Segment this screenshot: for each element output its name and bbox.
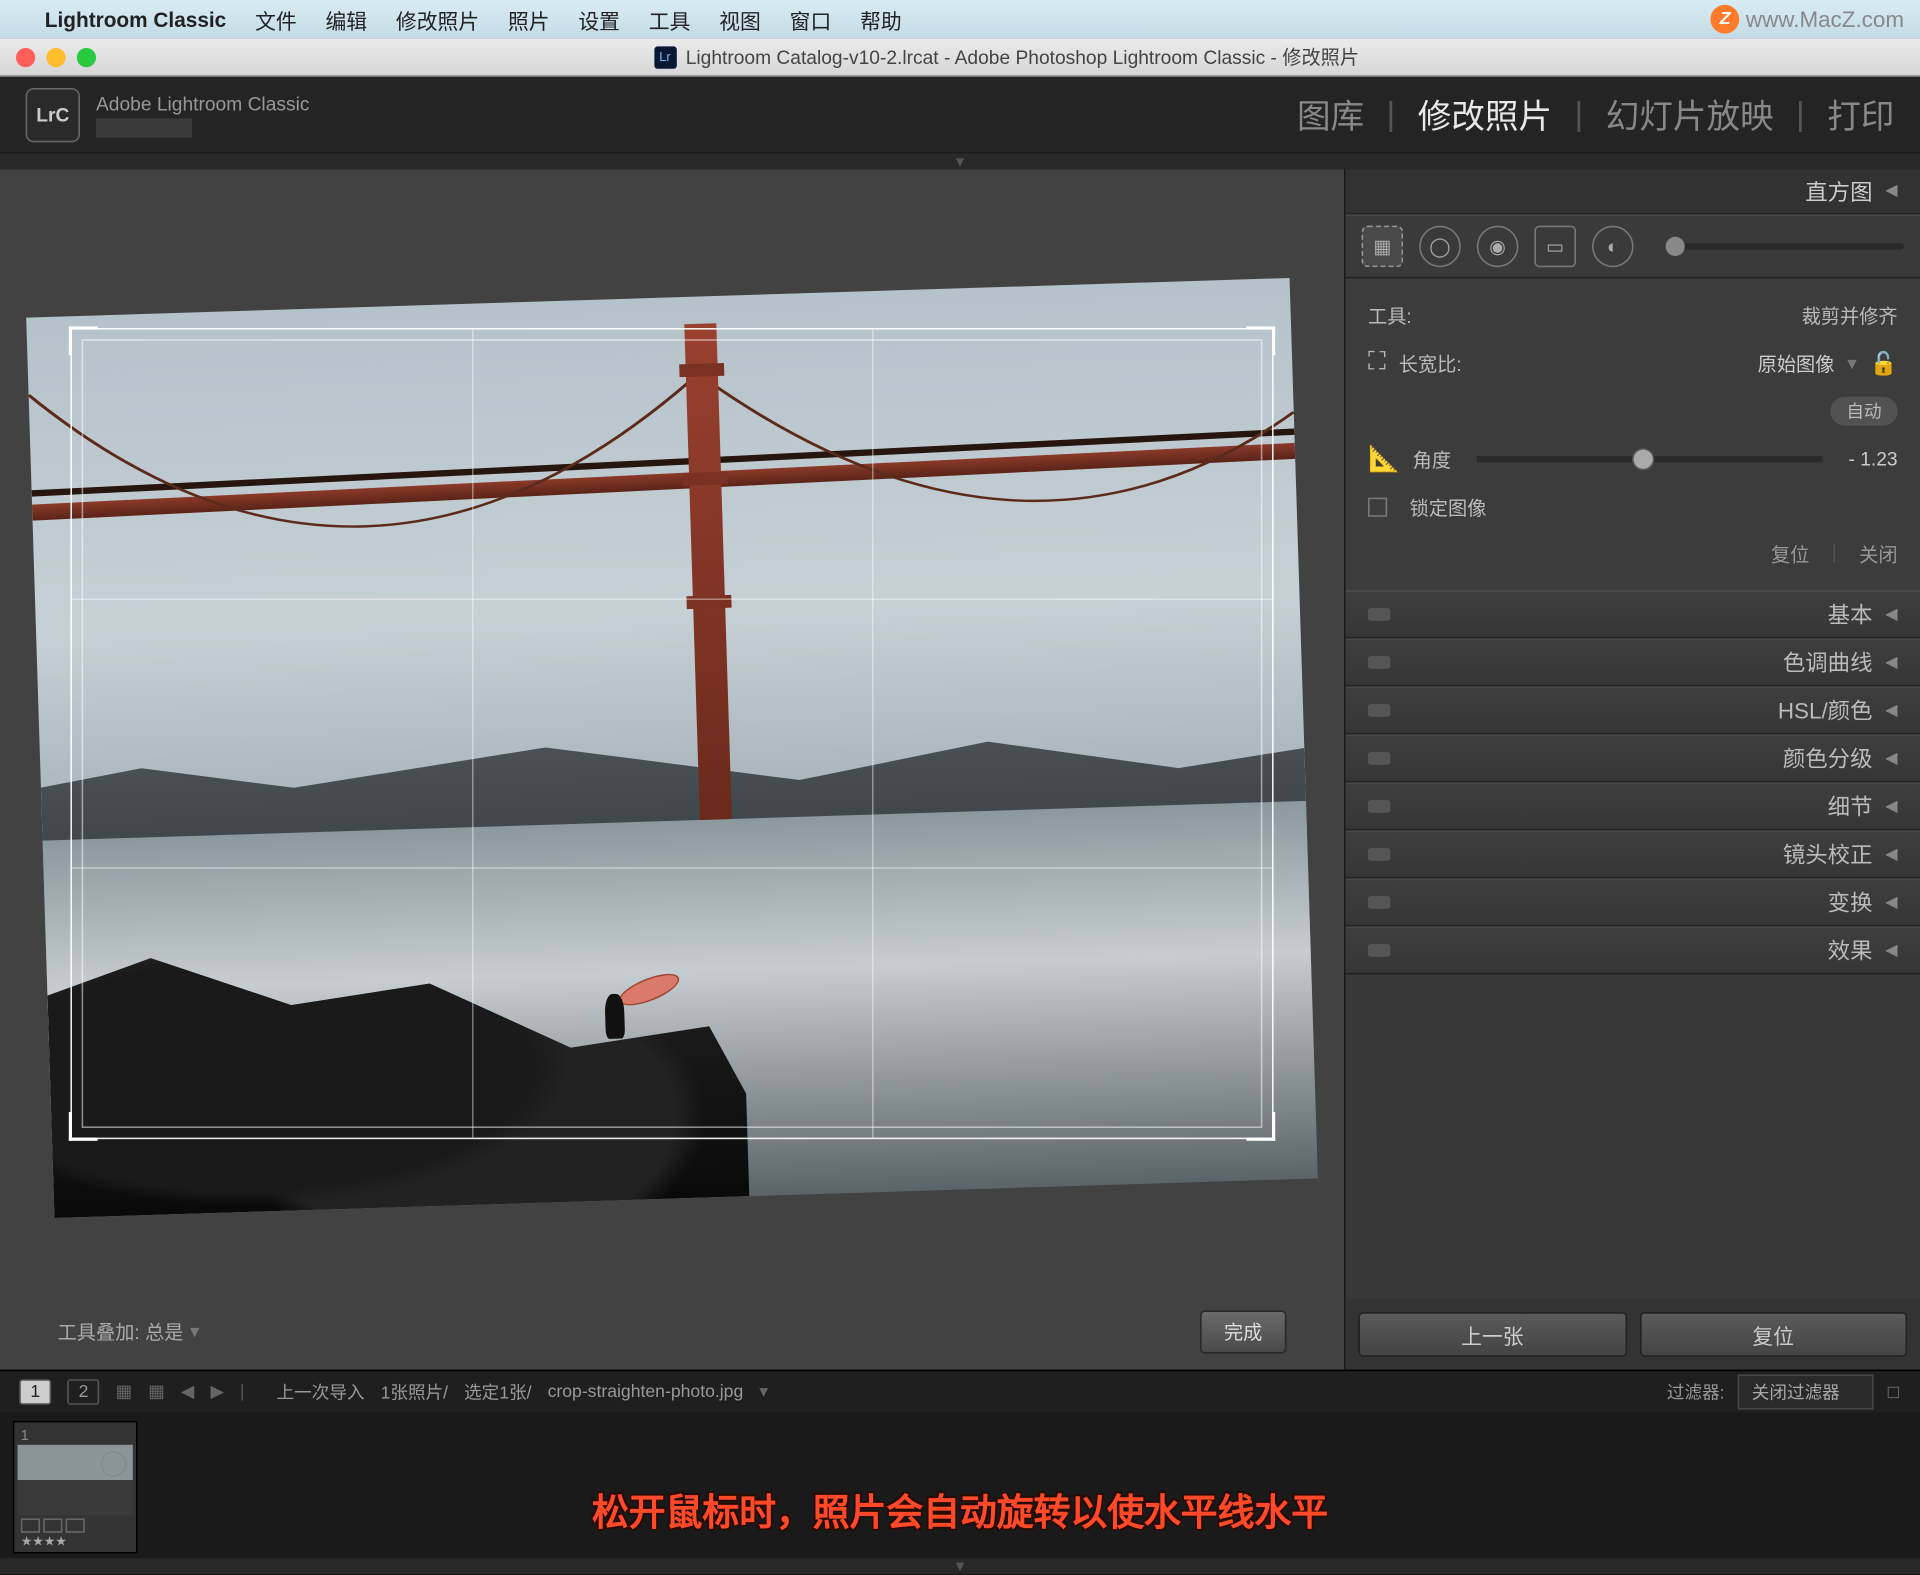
top-panel-collapse-icon[interactable]: ▼ <box>0 154 1920 170</box>
filter-select[interactable]: 关闭过滤器 <box>1737 1374 1873 1409</box>
menu-edit[interactable]: 编辑 <box>326 4 368 34</box>
menu-view[interactable]: 视图 <box>719 4 761 34</box>
bottom-panel-collapse-icon[interactable]: ▼ <box>0 1558 1920 1574</box>
previous-button[interactable]: 上一张 <box>1358 1312 1626 1357</box>
crop-handle-tr[interactable] <box>1246 326 1275 355</box>
section-lens-correction[interactable]: 镜头校正◀ <box>1346 830 1920 878</box>
angle-ruler-icon[interactable]: 📐 <box>1368 443 1400 475</box>
angle-label: 角度 <box>1413 446 1451 473</box>
display-2-button[interactable]: 2 <box>67 1378 99 1404</box>
crop-handle-tl[interactable] <box>69 326 98 355</box>
watermark: Zwww.MacZ.com <box>1711 5 1904 34</box>
auto-straighten-button[interactable]: 自动 <box>1830 397 1897 426</box>
section-color-grading[interactable]: 颜色分级◀ <box>1346 734 1920 782</box>
section-transform[interactable]: 变换◀ <box>1346 878 1920 926</box>
done-button[interactable]: 完成 <box>1200 1310 1286 1353</box>
filmstrip: 1 ★★★★ 松开鼠标时，照片会自动旋转以使水平线水平 <box>0 1411 1920 1558</box>
aspect-value[interactable]: 原始图像 <box>1758 350 1835 377</box>
crop-handle-bl[interactable] <box>69 1111 98 1140</box>
secondary-toolbar: 1 2 ▦ ▦ ◀ ▶ | 上一次导入 1张照片/ 选定1张/ crop-str… <box>0 1370 1920 1412</box>
menubar-app-name[interactable]: Lightroom Classic <box>45 7 226 31</box>
tool-section-label: 工具: <box>1368 302 1412 329</box>
thumbnail-image <box>18 1445 133 1515</box>
module-print[interactable]: 打印 <box>1827 90 1894 138</box>
thumbnail-rating[interactable]: ★★★★ <box>18 1534 133 1548</box>
menu-settings[interactable]: 设置 <box>578 4 620 34</box>
graduated-filter-icon[interactable]: ▭ <box>1534 226 1576 268</box>
window-maximize-icon[interactable] <box>77 47 96 66</box>
tool-strip: ▦ ◯ ◉ ▭ ◐ <box>1346 214 1920 278</box>
module-develop[interactable]: 修改照片 <box>1418 90 1552 138</box>
menu-tools[interactable]: 工具 <box>649 4 691 34</box>
crop-tool-icon[interactable]: ▦ <box>1362 226 1404 268</box>
photo-preview[interactable] <box>64 321 1280 1174</box>
module-picker: 图库| 修改照片| 幻灯片放映| 打印 <box>1297 90 1894 138</box>
radial-filter-icon[interactable]: ◐ <box>1592 226 1634 268</box>
selected-count: 选定1张/ <box>464 1378 532 1404</box>
lock-image-label: 锁定图像 <box>1410 494 1487 521</box>
angle-slider[interactable] <box>1477 456 1823 462</box>
angle-value: - 1.23 <box>1849 448 1898 470</box>
lrc-titlebar-icon: Lr <box>654 46 676 68</box>
brush-size-slider[interactable] <box>1666 243 1904 249</box>
lock-icon[interactable]: 🔓 <box>1870 350 1898 377</box>
lock-image-checkbox[interactable] <box>1368 498 1387 517</box>
reset-button[interactable]: 复位 <box>1639 1312 1907 1357</box>
menu-window[interactable]: 窗口 <box>790 4 832 34</box>
tool-overlay-value[interactable]: 总是 <box>145 1318 183 1345</box>
section-effects[interactable]: 效果◀ <box>1346 926 1920 974</box>
breadcrumb[interactable]: 上一次导入 <box>277 1378 365 1404</box>
lrc-logo-icon: LrC <box>26 87 80 141</box>
tool-overlay-label: 工具叠加: <box>58 1318 140 1345</box>
nav-forward-icon[interactable]: ▶ <box>210 1381 224 1402</box>
grid-view-alt-icon[interactable]: ▦ <box>148 1381 165 1402</box>
chevron-down-icon[interactable]: ▾ <box>190 1320 200 1342</box>
nav-back-icon[interactable]: ◀ <box>181 1381 195 1402</box>
mac-menubar: Lightroom Classic 文件 编辑 修改照片 照片 设置 工具 视图… <box>0 0 1920 38</box>
app-header: LrC Adobe Lightroom Classic 图库| 修改照片| 幻灯… <box>0 77 1920 154</box>
chevron-down-icon[interactable]: ▾ <box>1847 352 1857 374</box>
section-basic[interactable]: 基本◀ <box>1346 590 1920 638</box>
grid-view-icon[interactable]: ▦ <box>116 1381 133 1402</box>
canvas-area: 工具叠加: 总是 ▾ 完成 <box>0 170 1344 1370</box>
right-panel: 直方图◀ ▦ ◯ ◉ ▭ ◐ 工具: 裁剪并修齐 ⛶ 长宽比: <box>1344 170 1920 1370</box>
menu-photo[interactable]: 照片 <box>508 4 550 34</box>
crop-close-button[interactable]: 关闭 <box>1859 541 1897 568</box>
menu-help[interactable]: 帮助 <box>860 4 902 34</box>
section-hsl-color[interactable]: HSL/颜色◀ <box>1346 686 1920 734</box>
crop-reset-button[interactable]: 复位 <box>1771 541 1809 568</box>
section-detail[interactable]: 细节◀ <box>1346 782 1920 830</box>
chevron-down-icon[interactable]: ▾ <box>759 1381 768 1402</box>
filename: crop-straighten-photo.jpg <box>548 1382 744 1401</box>
window-title: Lightroom Catalog-v10-2.lrcat - Adobe Ph… <box>686 43 1359 70</box>
menu-develop[interactable]: 修改照片 <box>396 4 479 34</box>
histogram-header[interactable]: 直方图◀ <box>1346 170 1920 215</box>
aspect-label: 长宽比: <box>1399 350 1462 377</box>
identity-plate: Adobe Lightroom Classic <box>96 92 309 137</box>
instruction-caption: 松开鼠标时，照片会自动旋转以使水平线水平 <box>592 1482 1328 1536</box>
crop-handle-br[interactable] <box>1246 1111 1275 1140</box>
redeye-tool-icon[interactable]: ◉ <box>1477 226 1519 268</box>
display-1-button[interactable]: 1 <box>19 1378 51 1404</box>
crop-overlay[interactable] <box>70 327 1273 1138</box>
spot-removal-icon[interactable]: ◯ <box>1419 226 1461 268</box>
window-minimize-icon[interactable] <box>46 47 65 66</box>
module-slideshow[interactable]: 幻灯片放映 <box>1606 90 1774 138</box>
menu-file[interactable]: 文件 <box>255 4 297 34</box>
module-library[interactable]: 图库 <box>1297 90 1364 138</box>
filmstrip-thumbnail[interactable]: 1 ★★★★ <box>13 1421 138 1554</box>
photo-count: 1张照片/ <box>381 1378 449 1404</box>
filter-toggle-icon[interactable]: ◻ <box>1886 1381 1901 1402</box>
section-tone-curve[interactable]: 色调曲线◀ <box>1346 638 1920 686</box>
filter-label: 过滤器: <box>1667 1378 1725 1404</box>
tool-section-name: 裁剪并修齐 <box>1802 302 1898 329</box>
window-titlebar: Lr Lightroom Catalog-v10-2.lrcat - Adobe… <box>0 38 1920 76</box>
crop-frame-icon[interactable]: ⛶ <box>1368 349 1386 378</box>
crop-tool-panel: 工具: 裁剪并修齐 ⛶ 长宽比: 原始图像 ▾ 🔓 自动 📐 角 <box>1346 278 1920 590</box>
window-close-icon[interactable] <box>16 47 35 66</box>
